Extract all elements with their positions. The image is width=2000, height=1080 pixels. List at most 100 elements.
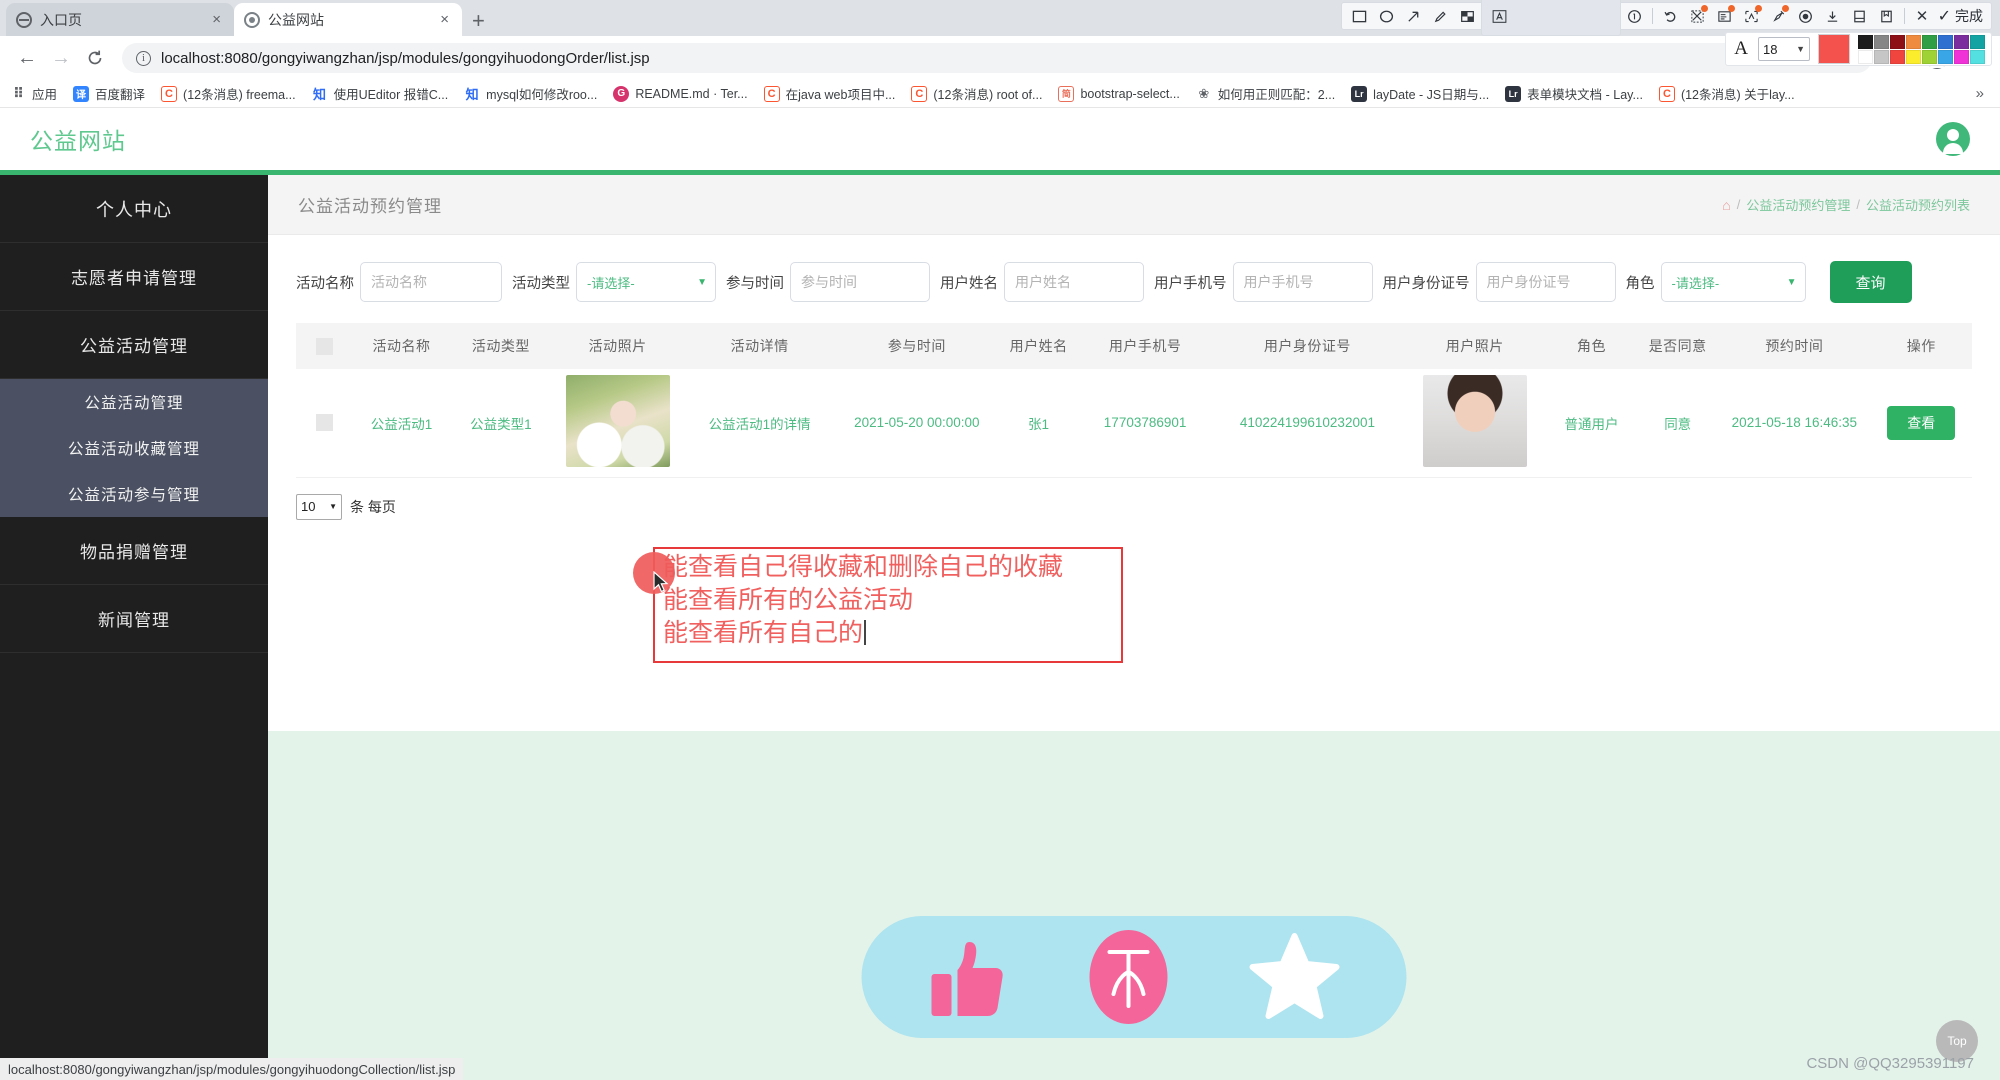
cut-tool-icon[interactable]: [1684, 4, 1711, 29]
site-brand[interactable]: 公益网站: [30, 122, 126, 156]
bookmark-item[interactable]: Lr 表单模块文档 - Lay...: [1505, 84, 1643, 103]
color-swatch[interactable]: [1906, 49, 1921, 64]
undo-tool-icon[interactable]: [1657, 4, 1684, 29]
bookmark-item[interactable]: C (12条消息) 关于lay...: [1658, 84, 1795, 103]
annotation-text-box[interactable]: 能查看自己得收藏和删除自己的收藏 能查看所有的公益活动 能查看所有自己的: [653, 547, 1123, 663]
color-swatch[interactable]: [1890, 49, 1905, 64]
color-swatch[interactable]: [1954, 34, 1969, 49]
sidebar-item-charity-activity[interactable]: 公益活动管理: [0, 311, 268, 379]
reload-icon[interactable]: [80, 43, 110, 73]
color-swatch[interactable]: [1922, 34, 1937, 49]
activity-thumbnail[interactable]: [565, 375, 670, 468]
download-tool-icon[interactable]: [1819, 4, 1846, 29]
forward-button[interactable]: →: [46, 43, 76, 73]
charity-icon[interactable]: [1087, 928, 1169, 1026]
bookmark-item[interactable]: 知 使用UEditor 报错C...: [311, 84, 448, 103]
user-name-input[interactable]: [1004, 262, 1144, 302]
done-button[interactable]: 完成: [1953, 6, 1987, 26]
new-tab-button[interactable]: +: [472, 10, 485, 32]
browser-tab-1[interactable]: 入口页 ×: [6, 3, 234, 36]
arrow-tool-icon[interactable]: [1400, 4, 1427, 29]
user-phone-input[interactable]: [1232, 262, 1373, 302]
submenu-item-activity-collection[interactable]: 公益活动收藏管理: [0, 425, 268, 471]
submenu-item-activity-manage[interactable]: 公益活动管理: [0, 379, 268, 425]
serial-number-tool-icon[interactable]: [1621, 4, 1648, 29]
home-icon[interactable]: ⌂: [1722, 197, 1730, 213]
color-swatch[interactable]: [1906, 34, 1921, 49]
bookmark-item[interactable]: 简 bootstrap-select...: [1058, 85, 1180, 102]
font-size-select[interactable]: 18 ▼: [1758, 37, 1810, 61]
cancel-icon[interactable]: ✕: [1909, 4, 1936, 29]
color-swatch[interactable]: [1890, 34, 1905, 49]
filter-user-name: 用户姓名: [940, 262, 1144, 302]
color-swatch[interactable]: [1874, 49, 1889, 64]
bookmark-item[interactable]: G README.md · Ter...: [613, 85, 748, 102]
record-tool-icon[interactable]: [1792, 4, 1819, 29]
view-button[interactable]: 查看: [1887, 405, 1956, 440]
user-avatar-icon[interactable]: [1936, 122, 1970, 156]
thumbs-up-icon[interactable]: [929, 934, 1007, 1020]
select-all-checkbox[interactable]: [315, 337, 333, 355]
annotation-tool-row: ✕ ✓ 完成: [1340, 0, 1992, 36]
bookmark-item[interactable]: C (12条消息) freema...: [161, 84, 296, 103]
confirm-icon[interactable]: ✓: [1936, 6, 1953, 26]
save-tool-icon[interactable]: [1846, 4, 1873, 29]
search-button[interactable]: 查询: [1829, 261, 1912, 303]
color-swatch[interactable]: [1954, 49, 1969, 64]
activity-name-input[interactable]: [360, 262, 502, 302]
bookmark-item[interactable]: ❀ 如何用正则匹配：2...: [1196, 84, 1335, 103]
color-swatch[interactable]: [1858, 49, 1873, 64]
rectangle-tool-icon[interactable]: [1346, 4, 1373, 29]
layui-icon: Lr: [1351, 85, 1368, 102]
star-icon[interactable]: [1249, 933, 1339, 1021]
bookmarks-overflow-button[interactable]: »: [1976, 85, 1990, 102]
text-tool-icon[interactable]: [1480, 0, 1621, 36]
sidebar-item-news[interactable]: 新闻管理: [0, 585, 268, 653]
color-swatch[interactable]: [1858, 34, 1873, 49]
pin-tool-icon[interactable]: [1765, 4, 1792, 29]
annotation-line: 能查看所有的公益活动: [663, 586, 914, 614]
browser-status-bar: localhost:8080/gongyiwangzhan/jsp/module…: [0, 1058, 464, 1080]
toolbar-divider: [1903, 8, 1905, 24]
bookmark-item[interactable]: 知 mysql如何修改roo...: [464, 84, 597, 103]
submenu-item-activity-order[interactable]: 公益活动参与管理: [0, 471, 268, 517]
breadcrumb-item[interactable]: 公益活动预约列表: [1866, 195, 1970, 214]
color-swatch[interactable]: [1970, 34, 1985, 49]
join-time-input[interactable]: [790, 262, 930, 302]
select-all-header: [296, 323, 353, 369]
user-thumbnail[interactable]: [1422, 375, 1527, 468]
role-select[interactable]: -请选择- ▼: [1660, 262, 1806, 302]
sidebar-item-personal-center[interactable]: 个人中心: [0, 175, 268, 243]
sidebar-item-donation[interactable]: 物品捐赠管理: [0, 517, 268, 585]
mosaic-tool-icon[interactable]: [1454, 4, 1481, 29]
tab-close-icon[interactable]: ×: [437, 12, 452, 27]
site-info-icon[interactable]: i: [136, 50, 151, 66]
color-swatch[interactable]: [1970, 49, 1985, 64]
bookmark-apps[interactable]: ⠿ 应用: [10, 84, 57, 103]
color-swatch[interactable]: [1874, 34, 1889, 49]
ocr-tool-icon[interactable]: [1711, 4, 1738, 29]
bookmark-item[interactable]: 译 百度翻译: [73, 84, 145, 103]
translate-tool-icon[interactable]: [1738, 4, 1765, 29]
sidebar-item-volunteer-apply[interactable]: 志愿者申请管理: [0, 243, 268, 311]
activity-type-select[interactable]: -请选择- ▼: [576, 262, 716, 302]
current-color-swatch[interactable]: [1818, 34, 1850, 64]
back-button[interactable]: ←: [12, 43, 42, 73]
color-swatch[interactable]: [1922, 49, 1937, 64]
sidebar-submenu: 公益活动管理 公益活动收藏管理 公益活动参与管理: [0, 379, 268, 517]
ellipse-tool-icon[interactable]: [1373, 4, 1400, 29]
bookmark-item[interactable]: C 在java web项目中...: [763, 84, 895, 103]
cell-order-time: 2021-05-18 16:46:35: [1718, 369, 1871, 478]
page-size-select[interactable]: 10 ▼: [296, 493, 342, 520]
color-swatch[interactable]: [1938, 34, 1953, 49]
browser-tab-2[interactable]: 公益网站 ×: [234, 3, 462, 36]
breadcrumb-item[interactable]: 公益活动预约管理: [1746, 195, 1850, 214]
pencil-tool-icon[interactable]: [1427, 4, 1454, 29]
collect-tool-icon[interactable]: [1873, 4, 1900, 29]
tab-close-icon[interactable]: ×: [209, 12, 224, 27]
user-idcard-input[interactable]: [1475, 262, 1616, 302]
bookmark-item[interactable]: Lr layDate - JS日期与...: [1351, 84, 1489, 103]
row-checkbox[interactable]: [315, 414, 333, 432]
bookmark-item[interactable]: C (12条消息) root of...: [911, 84, 1042, 103]
color-swatch[interactable]: [1938, 49, 1953, 64]
